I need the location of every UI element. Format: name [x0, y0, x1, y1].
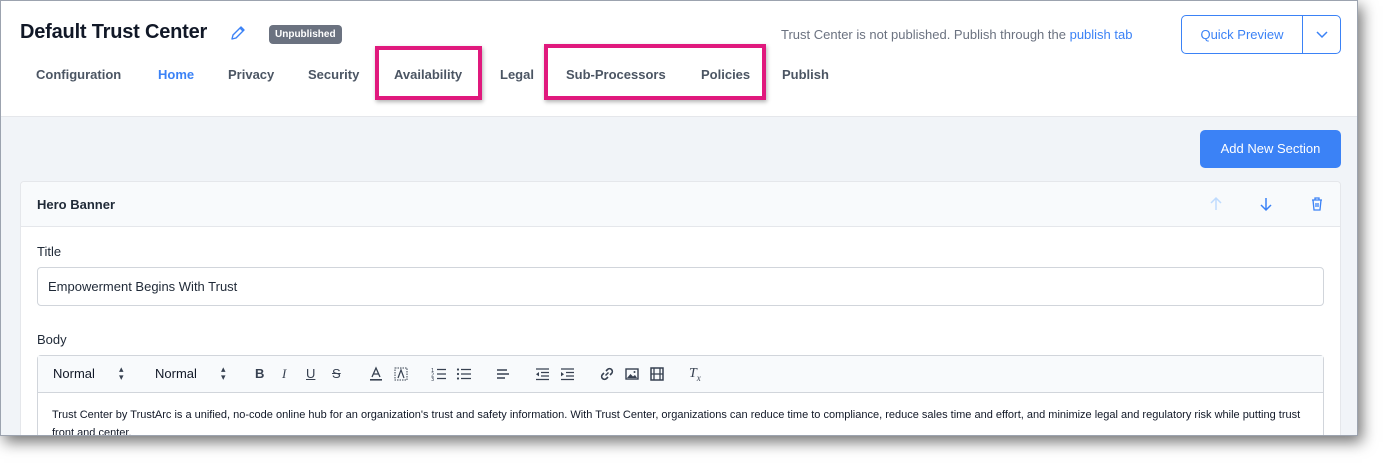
editor-toolbar: Normal ▴ ▾ Normal ▴ ▾ B I U S 1 2 3 Tx: [38, 356, 1323, 393]
svg-text:3: 3: [431, 377, 434, 382]
quick-preview-button[interactable]: Quick Preview: [1182, 16, 1303, 53]
section-card-header: Hero Banner: [21, 182, 1340, 227]
clear-format-icon[interactable]: Tx: [689, 366, 701, 383]
indent-icon[interactable]: [559, 366, 575, 382]
add-new-section-button[interactable]: Add New Section: [1200, 130, 1341, 168]
status-badge: Unpublished: [269, 25, 342, 44]
bullet-list-icon[interactable]: [456, 366, 472, 382]
size-select[interactable]: Normal ▴ ▾: [155, 365, 226, 382]
select-arrows-icon: ▴ ▾: [119, 364, 124, 382]
publish-notice: Trust Center is not published. Publish t…: [781, 27, 1132, 42]
image-icon[interactable]: [624, 366, 640, 382]
arrow-down-icon[interactable]: [1257, 195, 1275, 213]
arrow-up-icon[interactable]: [1207, 195, 1225, 213]
underline-icon[interactable]: U: [306, 366, 315, 381]
quick-preview-dropdown[interactable]: [1303, 16, 1340, 53]
align-left-icon[interactable]: [495, 366, 511, 382]
title-input[interactable]: Empowerment Begins With Trust: [37, 267, 1324, 306]
bold-icon[interactable]: B: [255, 366, 264, 381]
trash-icon[interactable]: [1308, 195, 1326, 213]
rich-text-editor[interactable]: Normal ▴ ▾ Normal ▴ ▾ B I U S 1 2 3 Tx T…: [37, 355, 1324, 435]
tab-security[interactable]: Security: [308, 61, 359, 89]
font-select[interactable]: Normal ▴ ▾: [53, 365, 124, 382]
highlight-icon[interactable]: [393, 366, 409, 382]
tab-configuration[interactable]: Configuration: [36, 61, 121, 89]
tab-home[interactable]: Home: [158, 61, 194, 89]
link-icon[interactable]: [599, 366, 615, 382]
strikethrough-icon[interactable]: S: [332, 366, 341, 381]
body-field-label: Body: [37, 332, 67, 347]
ordered-list-icon[interactable]: 123: [431, 366, 447, 383]
tab-privacy[interactable]: Privacy: [228, 61, 274, 89]
tab-publish[interactable]: Publish: [782, 61, 829, 89]
quick-preview-group: Quick Preview: [1181, 15, 1341, 54]
section-title: Hero Banner: [37, 197, 116, 212]
select-arrows-icon: ▴ ▾: [221, 364, 226, 382]
text-color-icon[interactable]: [368, 366, 384, 382]
section-card: Hero Banner Title Empowerment Begins Wit…: [20, 181, 1341, 435]
video-icon[interactable]: [649, 366, 665, 382]
publish-tab-link[interactable]: publish tab: [1070, 27, 1133, 42]
outdent-icon[interactable]: [534, 366, 550, 382]
highlight-box-availability: [375, 46, 482, 100]
page-header: Default Trust Center Unpublished Trust C…: [1, 1, 1357, 117]
app-window: Default Trust Center Unpublished Trust C…: [0, 0, 1358, 436]
page-title: Default Trust Center: [20, 21, 208, 43]
italic-icon[interactable]: I: [282, 366, 286, 382]
chevron-down-icon: [1315, 26, 1328, 44]
pencil-icon[interactable]: [229, 24, 247, 42]
body-text[interactable]: Trust Center by TrustArc is a unified, n…: [52, 406, 1302, 435]
title-field-label: Title: [37, 244, 62, 259]
notice-text: Trust Center is not published. Publish t…: [781, 27, 1066, 42]
tab-legal[interactable]: Legal: [500, 61, 534, 89]
highlight-box-subprocessors-policies: [544, 44, 766, 100]
main-content: Add New Section Hero Banner Title Empowe…: [1, 117, 1357, 435]
